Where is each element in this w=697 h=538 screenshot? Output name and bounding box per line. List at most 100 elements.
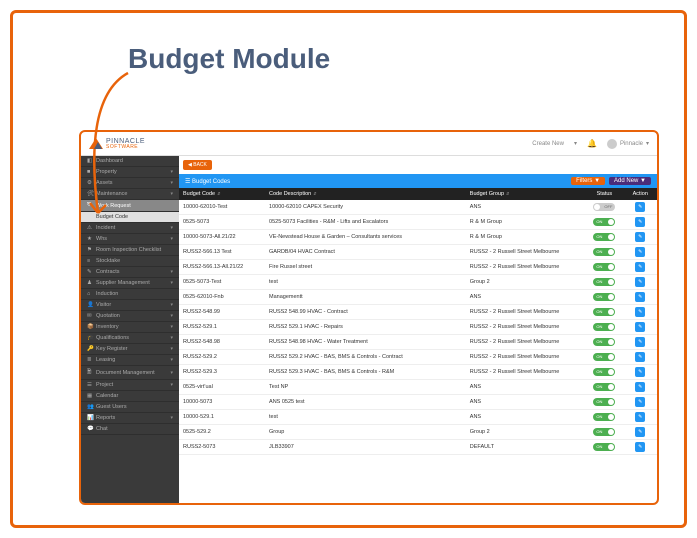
cell-action: ✎ (624, 425, 657, 440)
edit-button[interactable]: ✎ (635, 217, 645, 227)
sidebar-item-quotation[interactable]: ✉Quotation▾ (81, 311, 179, 322)
cell-desc: test (265, 275, 466, 290)
cell-desc: GARDB/04 HVAC Contract (265, 245, 466, 260)
sidebar-item-supplier-management[interactable]: ♟Supplier Management▾ (81, 278, 179, 289)
col-budget-code[interactable]: Budget Code⇵ (179, 188, 265, 200)
cell-group: R & M Group (466, 215, 586, 230)
table-row: 10000-5073ANS 0525 testANSON✎ (179, 395, 657, 410)
sidebar-item-reports[interactable]: 📊Reports▾ (81, 413, 179, 424)
table-row: 0525-virt'ualTest NPANSON✎ (179, 380, 657, 395)
cell-code: 10000-62010-Test (179, 200, 265, 215)
edit-button[interactable]: ✎ (635, 277, 645, 287)
sidebar-item-room-inspection-checklist[interactable]: ⚑Room Inspection Checklist (81, 245, 179, 256)
col-budget-group[interactable]: Budget Group⇵ (466, 188, 586, 200)
cell-action: ✎ (624, 350, 657, 365)
sidebar-item-label: Room Inspection Checklist (96, 247, 173, 253)
user-chip[interactable]: Pinnacle ▾ (607, 139, 649, 149)
chevron-down-icon: ▾ (170, 302, 173, 308)
table-row: 10000-5073-All.21/22VE-Newstead House & … (179, 230, 657, 245)
cell-code: 10000-529.1 (179, 410, 265, 425)
edit-button[interactable]: ✎ (635, 292, 645, 302)
status-toggle[interactable]: ON (593, 383, 615, 391)
sidebar-item-contracts[interactable]: ✎Contracts▾ (81, 267, 179, 278)
sidebar-item-calendar[interactable]: ▦Calendar (81, 391, 179, 402)
status-toggle[interactable]: ON (593, 278, 615, 286)
cell-status: ON (585, 320, 623, 335)
status-toggle[interactable]: ON (593, 218, 615, 226)
status-toggle[interactable]: ON (593, 443, 615, 451)
main-area: ◧Dashboard■Property▾⚙Assets▾🛠Maintenance… (81, 156, 657, 503)
status-toggle[interactable]: ON (593, 263, 615, 271)
cell-status: ON (585, 230, 623, 245)
edit-button[interactable]: ✎ (635, 322, 645, 332)
cell-action: ✎ (624, 320, 657, 335)
edit-button[interactable]: ✎ (635, 382, 645, 392)
status-toggle[interactable]: ON (593, 368, 615, 376)
sidebar-item-stocktake[interactable]: ≡Stocktake (81, 256, 179, 267)
notification-icon[interactable]: 🔔 (587, 139, 597, 148)
sidebar-item-qualifications[interactable]: 🎓Qualifications▾ (81, 333, 179, 344)
edit-button[interactable]: ✎ (635, 307, 645, 317)
status-toggle[interactable]: ON (593, 323, 615, 331)
title-block: Budget Module (38, 33, 659, 75)
sidebar-item-inventory[interactable]: 📦Inventory▾ (81, 322, 179, 333)
sidebar-item-induction[interactable]: ⌂Induction (81, 289, 179, 300)
cell-status: ON (585, 290, 623, 305)
cell-action: ✎ (624, 365, 657, 380)
sidebar-icon: 📊 (87, 415, 93, 421)
sidebar-item-guest-users[interactable]: 👥Guest Users (81, 402, 179, 413)
edit-button[interactable]: ✎ (635, 397, 645, 407)
status-toggle[interactable]: ON (593, 398, 615, 406)
status-toggle[interactable]: ON (593, 338, 615, 346)
page-title: Budget Module (128, 43, 330, 75)
edit-button[interactable]: ✎ (635, 367, 645, 377)
edit-button[interactable]: ✎ (635, 427, 645, 437)
edit-button[interactable]: ✎ (635, 232, 645, 242)
edit-button[interactable]: ✎ (635, 337, 645, 347)
cell-action: ✎ (624, 380, 657, 395)
edit-button[interactable]: ✎ (635, 262, 645, 272)
cell-code: 10000-5073-All.21/22 (179, 230, 265, 245)
col-description[interactable]: Code Description⇵ (265, 188, 466, 200)
sidebar-item-label: Induction (96, 291, 173, 297)
sidebar-item-visitor[interactable]: 👤Visitor▾ (81, 300, 179, 311)
sidebar-icon: ⌂ (87, 291, 93, 297)
status-toggle[interactable]: ON (593, 233, 615, 241)
cell-code: 10000-5073 (179, 395, 265, 410)
status-toggle[interactable]: ON (593, 293, 615, 301)
status-toggle[interactable]: ON (593, 428, 615, 436)
sidebar-item-whs[interactable]: ★Whs▾ (81, 234, 179, 245)
cell-group: Group 2 (466, 425, 586, 440)
col-action: Action (624, 188, 657, 200)
edit-button[interactable]: ✎ (635, 202, 645, 212)
edit-button[interactable]: ✎ (635, 352, 645, 362)
sidebar-item-leasing[interactable]: ≣Leasing▾ (81, 355, 179, 366)
edit-button[interactable]: ✎ (635, 247, 645, 257)
cell-desc: RUSS2 529.2 HVAC - BAS, BMS & Controls -… (265, 350, 466, 365)
sidebar-item-project[interactable]: ☰Project▾ (81, 380, 179, 391)
section-title: ☰ Budget Codes (185, 178, 230, 185)
status-toggle[interactable]: ON (593, 308, 615, 316)
status-toggle[interactable]: ON (593, 353, 615, 361)
status-toggle[interactable]: ON (593, 248, 615, 256)
edit-button[interactable]: ✎ (635, 412, 645, 422)
status-toggle[interactable]: OFF (593, 203, 615, 211)
filters-button[interactable]: Filters ▼ (571, 177, 605, 185)
chevron-down-icon: ▾ (170, 169, 173, 175)
sidebar-item-chat[interactable]: 💬Chat (81, 424, 179, 435)
sidebar-item-document-management[interactable]: 🗎Document Management▾ (81, 366, 179, 380)
cell-desc: Fire Russel street (265, 260, 466, 275)
sidebar-icon: 🎓 (87, 335, 93, 341)
create-new-link[interactable]: Create New (532, 141, 564, 147)
cell-group: ANS (466, 410, 586, 425)
edit-button[interactable]: ✎ (635, 442, 645, 452)
sidebar-icon: ⚑ (87, 247, 93, 253)
sidebar-item-key-register[interactable]: 🔑Key Register▾ (81, 344, 179, 355)
status-toggle[interactable]: ON (593, 413, 615, 421)
cell-status: ON (585, 260, 623, 275)
cell-desc: Managementt (265, 290, 466, 305)
cell-action: ✎ (624, 410, 657, 425)
sidebar-icon: 👥 (87, 404, 93, 410)
add-new-button[interactable]: Add New ▼ (609, 177, 651, 185)
back-button[interactable]: ◀ BACK (183, 160, 212, 170)
